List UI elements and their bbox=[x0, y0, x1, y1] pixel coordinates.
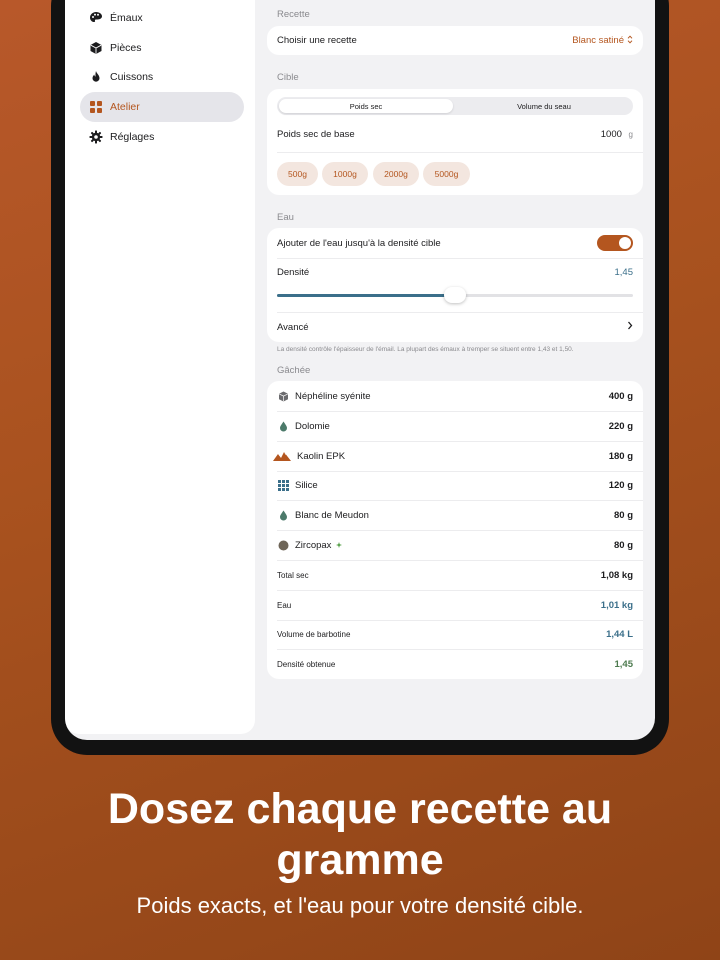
dots-grid-icon bbox=[277, 480, 289, 492]
mountain-icon bbox=[273, 450, 291, 462]
app-screen: Émaux Pièces Cuissons Atelier Réglages R… bbox=[65, 0, 655, 740]
recette-card: Choisir une recette Blanc satiné bbox=[267, 26, 643, 55]
total-label: Densité obtenue bbox=[277, 659, 336, 669]
preset-chip-1000g[interactable]: 1000g bbox=[322, 162, 368, 186]
box-icon bbox=[277, 390, 289, 402]
chevron-updown-icon bbox=[627, 35, 633, 46]
density-slider-thumb[interactable] bbox=[444, 287, 466, 303]
sidebar-item-emaux[interactable]: Émaux bbox=[80, 3, 244, 33]
promo-headline: Dosez chaque recette au gramme bbox=[0, 784, 720, 886]
ingredient-row: Dolomie 220 g bbox=[277, 411, 633, 441]
promo-headline-line1: Dosez chaque recette au bbox=[107, 785, 613, 833]
choose-recipe-label: Choisir une recette bbox=[277, 35, 357, 46]
gear-icon bbox=[89, 130, 103, 144]
section-label-gachee: Gâchée bbox=[277, 365, 311, 376]
ingredient-amount: 80 g bbox=[613, 509, 633, 521]
resulting-density-value: 1,45 bbox=[614, 658, 634, 670]
sidebar: Émaux Pièces Cuissons Atelier Réglages bbox=[65, 0, 255, 734]
ingredient-amount: 120 g bbox=[608, 480, 633, 491]
preset-chip-2000g[interactable]: 2000g bbox=[373, 162, 419, 186]
section-label-cible: Cible bbox=[277, 72, 299, 83]
sidebar-item-cuissons[interactable]: Cuissons bbox=[80, 62, 244, 92]
ingredient-amount: 220 g bbox=[608, 420, 633, 432]
ingredient-name: Blanc de Meudon bbox=[295, 509, 369, 521]
segment-volume-seau[interactable]: Volume du seau bbox=[457, 99, 631, 113]
density-row: Densité 1,45 bbox=[277, 258, 633, 287]
base-weight-unit: g bbox=[628, 129, 633, 139]
density-slider[interactable] bbox=[277, 287, 633, 303]
gachee-card: Néphéline syénite 400 g Dolomie 220 g Ka… bbox=[267, 381, 643, 679]
promo-headline-line2: gramme bbox=[276, 836, 444, 884]
total-label: Total sec bbox=[277, 570, 309, 580]
sidebar-item-label: Réglages bbox=[110, 131, 155, 143]
add-water-row: Ajouter de l'eau jusqu'à la densité cibl… bbox=[277, 228, 633, 258]
ingredient-amount: 180 g bbox=[608, 450, 633, 462]
total-row: Total sec 1,08 kg bbox=[277, 560, 633, 590]
total-dry-value: 1,08 kg bbox=[600, 569, 633, 581]
chevron-right-icon bbox=[627, 321, 633, 333]
ingredient-row: Néphéline syénite 400 g bbox=[277, 381, 633, 411]
total-label: Volume de barbotine bbox=[277, 630, 351, 639]
slip-volume-value: 1,44 L bbox=[606, 629, 633, 640]
base-weight-field[interactable]: 1000 g bbox=[601, 129, 633, 140]
ingredient-name: Kaolin EPK bbox=[297, 450, 346, 462]
density-footnote: La densité contrôle l'épaisseur de l'éma… bbox=[277, 346, 574, 353]
ingredient-amount: 80 g bbox=[613, 539, 633, 551]
total-row: Eau 1,01 kg bbox=[277, 590, 633, 620]
promo-subtitle: Poids exacts, et l'eau pour votre densit… bbox=[136, 893, 584, 918]
divider bbox=[277, 152, 643, 153]
choose-recipe-row[interactable]: Choisir une recette Blanc satiné bbox=[277, 26, 633, 55]
flame-icon bbox=[89, 70, 103, 84]
recipe-picker-value: Blanc satiné bbox=[572, 35, 624, 46]
ingredient-row: Blanc de Meudon 80 g bbox=[277, 500, 633, 530]
sidebar-item-label: Atelier bbox=[110, 101, 140, 113]
ingredient-name: Néphéline syénite bbox=[295, 390, 371, 402]
ingredient-amount: 400 g bbox=[608, 390, 633, 402]
target-mode-segmented-control: Poids sec Volume du seau bbox=[277, 97, 633, 115]
ingredient-name: Silice bbox=[295, 480, 318, 491]
ingredient-row: Silice 120 g bbox=[277, 471, 633, 500]
ingredient-row: Zircopax 80 g bbox=[277, 530, 633, 560]
density-slider-fill bbox=[277, 294, 455, 297]
ingredient-name: Dolomie bbox=[295, 420, 330, 432]
total-row: Volume de barbotine 1,44 L bbox=[277, 620, 633, 649]
sidebar-item-atelier[interactable]: Atelier bbox=[80, 92, 244, 122]
preset-chip-5000g[interactable]: 5000g bbox=[423, 162, 470, 186]
base-weight-row: Poids sec de base 1000 g bbox=[277, 119, 633, 149]
add-water-toggle[interactable] bbox=[597, 235, 633, 251]
ingredient-row: Kaolin EPK 180 g bbox=[273, 441, 633, 471]
total-label: Eau bbox=[277, 600, 292, 610]
advanced-label: Avancé bbox=[277, 321, 309, 333]
sidebar-item-reglages[interactable]: Réglages bbox=[80, 122, 244, 152]
add-water-label: Ajouter de l'eau jusqu'à la densité cibl… bbox=[277, 237, 441, 249]
sparkle-icon bbox=[336, 542, 343, 548]
grid-icon bbox=[89, 100, 103, 114]
eau-card: Ajouter de l'eau jusqu'à la densité cibl… bbox=[267, 228, 643, 342]
sidebar-item-label: Émaux bbox=[110, 12, 143, 24]
density-label: Densité bbox=[277, 267, 310, 278]
density-value: 1,45 bbox=[614, 267, 634, 278]
cible-card: Poids sec Volume du seau Poids sec de ba… bbox=[267, 89, 643, 195]
recipe-picker[interactable]: Blanc satiné bbox=[572, 35, 633, 46]
segment-poids-sec[interactable]: Poids sec bbox=[279, 99, 453, 113]
sidebar-item-label: Cuissons bbox=[110, 71, 154, 83]
base-weight-label: Poids sec de base bbox=[277, 128, 355, 140]
drop-icon bbox=[277, 509, 289, 521]
base-weight-value: 1000 bbox=[600, 128, 622, 140]
ingredient-name: Zircopax bbox=[295, 539, 332, 551]
circle-icon bbox=[277, 539, 289, 551]
cube-icon bbox=[89, 41, 103, 55]
sidebar-item-label: Pièces bbox=[110, 42, 142, 54]
preset-chip-500g[interactable]: 500g bbox=[277, 162, 318, 186]
section-label-eau: Eau bbox=[277, 212, 294, 223]
water-value: 1,01 kg bbox=[600, 599, 633, 611]
drop-icon bbox=[277, 420, 289, 432]
total-row: Densité obtenue 1,45 bbox=[277, 649, 633, 679]
section-label-recette: Recette bbox=[277, 9, 310, 20]
palette-icon bbox=[89, 11, 103, 25]
main-content: Recette Choisir une recette Blanc satiné… bbox=[267, 0, 643, 740]
sidebar-item-pieces[interactable]: Pièces bbox=[80, 33, 244, 63]
advanced-row[interactable]: Avancé bbox=[277, 312, 633, 342]
